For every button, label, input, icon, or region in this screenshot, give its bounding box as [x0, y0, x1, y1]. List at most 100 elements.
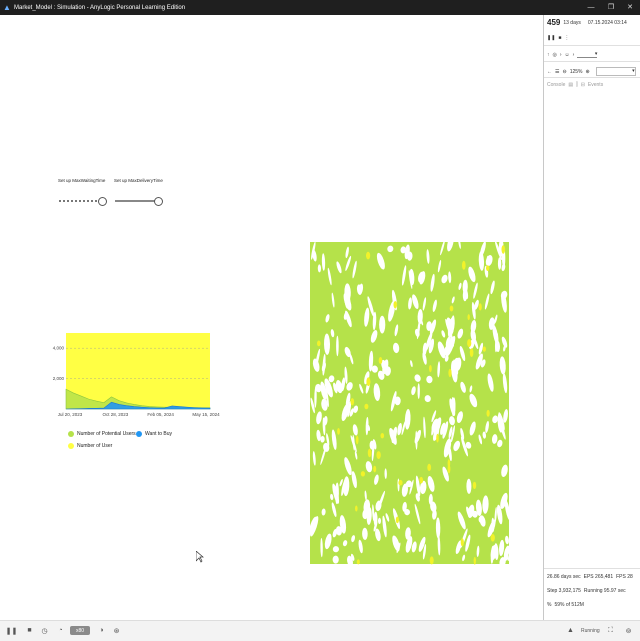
- time-value: 459: [547, 18, 561, 27]
- mouse-cursor-icon: [196, 551, 204, 563]
- more-options-icon[interactable]: ⋮: [564, 35, 569, 41]
- run-until-icon[interactable]: ◷: [40, 626, 49, 635]
- agent-user: [467, 339, 472, 348]
- back-icon[interactable]: ←: [547, 69, 552, 75]
- speed-up-icon[interactable]: ⊛: [112, 626, 121, 635]
- time-unit: 13 days: [563, 19, 581, 26]
- days-per-sec: 26.86 days sec: [547, 574, 581, 580]
- slow-down-icon[interactable]: ◑: [97, 626, 106, 635]
- run-status: Running: [581, 628, 600, 634]
- navigate-up-icon[interactable]: ↑: [547, 52, 550, 58]
- y-tick-label: 2,000: [53, 376, 65, 381]
- window-title-bar: ▲ Market_Model : Simulation - AnyLogic P…: [0, 0, 640, 15]
- agent-user: [350, 398, 355, 406]
- anylogic-logo-icon: ▲: [3, 2, 11, 12]
- legend-item-number-of-user: Number of User: [68, 443, 112, 449]
- max-waiting-time-slider-knob[interactable]: [98, 197, 107, 206]
- agent-icon[interactable]: ☺: [565, 52, 570, 58]
- agent-user: [376, 451, 381, 460]
- agent-user: [486, 265, 490, 271]
- agent-user: [380, 433, 385, 439]
- console-tab[interactable]: Console: [547, 82, 565, 88]
- navigation-dropdown[interactable]: ▾: [577, 51, 598, 58]
- chart-plot-background: [66, 333, 210, 409]
- agent-user: [355, 435, 359, 445]
- legend-item-want-to-buy: Want to Buy: [136, 431, 172, 437]
- agent-user: [478, 303, 482, 311]
- max-waiting-time-label: Set up MaxWaitingTime: [58, 178, 106, 183]
- legend-swatch: [68, 443, 74, 449]
- events-tab[interactable]: Events: [588, 82, 603, 88]
- max-delivery-time-slider[interactable]: [115, 200, 157, 202]
- pause-button[interactable]: ❚❚: [6, 626, 18, 635]
- agent-user: [356, 559, 360, 565]
- agent-user: [360, 471, 365, 477]
- max-waiting-time-slider[interactable]: [59, 200, 101, 202]
- agent-user: [317, 340, 321, 347]
- pause-icon[interactable]: ❚❚: [547, 35, 555, 41]
- agent-gap: [417, 383, 420, 399]
- minimize-button[interactable]: —: [583, 0, 599, 15]
- maximize-button[interactable]: ❐: [603, 0, 619, 15]
- agent-user: [429, 556, 434, 565]
- developer-panel: 459 13 days 07.15.2024 03:14 ❚❚ ■ ⋮ ↑ ◎ …: [543, 15, 640, 620]
- agent-user: [378, 357, 383, 364]
- agent-user: [366, 377, 371, 387]
- agent-user: [367, 448, 372, 458]
- fullscreen-icon[interactable]: ⛶: [606, 626, 615, 635]
- agent-user: [364, 403, 369, 410]
- memory-icon: %: [547, 602, 552, 608]
- legend-label: Number of Potential Users: [77, 431, 136, 437]
- y-tick-label: 4,000: [53, 346, 65, 351]
- events-per-sec: EPS 265,481: [583, 574, 614, 580]
- agent-user: [482, 346, 486, 352]
- agent-user: [427, 463, 432, 471]
- agent-user: [393, 301, 398, 309]
- memory-usage: 59% of 512M: [554, 602, 584, 608]
- max-delivery-time-label: Set up MaxDeliveryTime: [114, 178, 163, 183]
- filter-icon[interactable]: ⫿: [576, 82, 578, 88]
- frames-per-sec: FPS 28: [616, 574, 633, 580]
- navigate-target-icon[interactable]: ◎: [553, 52, 557, 58]
- legend-label: Want to Buy: [145, 431, 173, 437]
- view-dropdown[interactable]: ▾: [595, 67, 636, 76]
- stop-button[interactable]: ■: [25, 626, 34, 635]
- zoom-level: 125%: [569, 68, 583, 75]
- list-icon[interactable]: ☰: [555, 69, 559, 75]
- zoom-out-icon[interactable]: ⊖: [562, 69, 566, 75]
- agent-user: [501, 245, 506, 254]
- anylogic-status-icon: ▲: [567, 627, 574, 634]
- agent-user: [467, 314, 470, 321]
- agent-gap: [378, 517, 381, 524]
- agent-gap: [379, 315, 386, 334]
- max-delivery-time-slider-knob[interactable]: [154, 197, 163, 206]
- speed-label[interactable]: x80: [70, 626, 90, 635]
- legend-swatch: [136, 431, 142, 437]
- agent-gap: [336, 335, 339, 357]
- log-icon[interactable]: ▤: [568, 82, 573, 88]
- zoom-in-icon[interactable]: ⊕: [585, 69, 589, 75]
- agent-user: [373, 465, 377, 473]
- running-time: Running 95.97 sec: [583, 588, 626, 594]
- agent-user: [462, 260, 466, 270]
- events-icon[interactable]: ⊟: [581, 82, 585, 88]
- agent-user: [472, 481, 477, 490]
- legend-label: Number of User: [77, 443, 113, 449]
- agent-user: [419, 476, 424, 484]
- step-count: Step 3,932,175: [547, 588, 581, 594]
- agents-population-area: [309, 240, 511, 566]
- agent-user: [436, 433, 439, 443]
- agent-user: [355, 505, 358, 512]
- agent-user: [398, 479, 403, 486]
- legend-swatch: [68, 431, 74, 437]
- x-tick-label: Jul 20, 2023: [58, 412, 83, 417]
- bottom-control-bar: ❚❚ ■ ◷ ◔ x80 ◑ ⊛ ▲ Running ⛶ ⊚: [0, 620, 640, 641]
- screenshot-icon[interactable]: ⊚: [624, 626, 633, 635]
- close-button[interactable]: ✕: [622, 0, 638, 15]
- simulation-canvas: Set up MaxWaitingTime Set up MaxDelivery…: [0, 15, 543, 620]
- chevron-right-icon: ›: [572, 51, 575, 58]
- agent-user: [448, 368, 452, 378]
- window-title: Market_Model : Simulation - AnyLogic Per…: [14, 4, 186, 11]
- real-time-icon[interactable]: ◔: [56, 626, 65, 635]
- stop-icon[interactable]: ■: [558, 35, 561, 41]
